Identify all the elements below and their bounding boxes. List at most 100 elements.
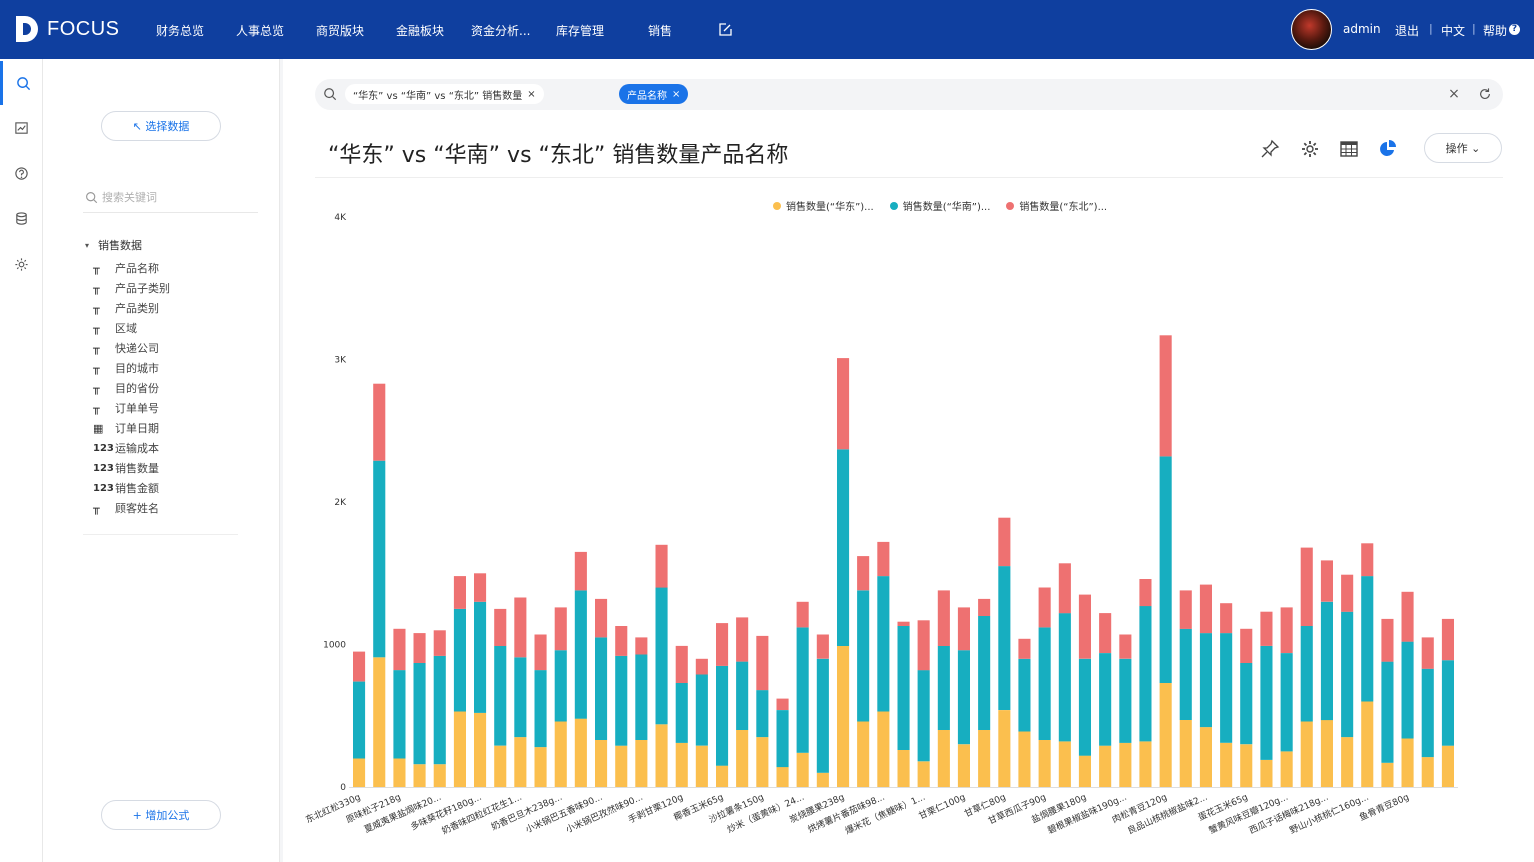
- bar-segment[interactable]: [816, 658, 829, 773]
- close-icon[interactable]: ×: [672, 89, 680, 100]
- refresh-icon[interactable]: [1478, 87, 1492, 101]
- bar-segment[interactable]: [494, 645, 507, 746]
- bar-segment[interactable]: [1401, 591, 1414, 642]
- bar-segment[interactable]: [554, 650, 567, 722]
- bar-segment[interactable]: [837, 358, 850, 450]
- bar-segment[interactable]: [474, 601, 487, 713]
- bar-segment[interactable]: [796, 601, 809, 628]
- bar-segment[interactable]: [1058, 563, 1071, 614]
- bar-segment[interactable]: [1421, 757, 1434, 787]
- bar-segment[interactable]: [1341, 737, 1354, 787]
- nav-trade-section[interactable]: 商贸版块: [316, 22, 364, 39]
- bar-segment[interactable]: [1280, 607, 1293, 653]
- bar-segment[interactable]: [937, 590, 950, 646]
- bar-segment[interactable]: [695, 658, 708, 675]
- bar-segment[interactable]: [1018, 638, 1031, 659]
- bar-segment[interactable]: [1058, 741, 1071, 787]
- bar-segment[interactable]: [1421, 637, 1434, 669]
- rail-dashboard[interactable]: [0, 106, 43, 150]
- bar-segment[interactable]: [1280, 653, 1293, 752]
- bar-segment[interactable]: [1038, 627, 1051, 740]
- help-circle-icon[interactable]: ?: [1509, 24, 1520, 35]
- bar-segment[interactable]: [474, 573, 487, 602]
- bar-segment[interactable]: [675, 683, 688, 743]
- username[interactable]: admin: [1343, 22, 1381, 36]
- bar-segment[interactable]: [1159, 456, 1172, 683]
- bar-segment[interactable]: [635, 654, 648, 741]
- bar-segment[interactable]: [1381, 661, 1394, 763]
- bar-segment[interactable]: [756, 737, 769, 787]
- bar-segment[interactable]: [776, 698, 789, 710]
- bar-segment[interactable]: [695, 674, 708, 746]
- bar-segment[interactable]: [393, 628, 406, 671]
- bar-segment[interactable]: [1119, 634, 1132, 659]
- bar-segment[interactable]: [554, 721, 567, 788]
- bar-segment[interactable]: [937, 730, 950, 787]
- bar-segment[interactable]: [1119, 658, 1132, 743]
- bar-segment[interactable]: [1280, 751, 1293, 787]
- bar-segment[interactable]: [776, 710, 789, 768]
- select-data-button[interactable]: ↖ 选择数据: [101, 111, 221, 141]
- query-chip-regions[interactable]: “华东” vs “华南” vs “东北” 销售数量 ×: [345, 84, 544, 104]
- rail-database[interactable]: [0, 196, 43, 240]
- bar-segment[interactable]: [877, 576, 890, 712]
- bar-segment[interactable]: [897, 750, 910, 787]
- field-item[interactable]: ╥ 目的城市: [93, 360, 159, 376]
- bar-segment[interactable]: [837, 645, 850, 787]
- logout-link[interactable]: 退出: [1395, 22, 1419, 39]
- bar-segment[interactable]: [1058, 613, 1071, 742]
- bar-segment[interactable]: [1421, 668, 1434, 758]
- bar-segment[interactable]: [453, 711, 466, 788]
- bar-segment[interactable]: [736, 617, 749, 662]
- field-item[interactable]: 123 运输成本: [93, 440, 159, 456]
- language-switch[interactable]: 中文: [1441, 22, 1465, 39]
- bar-segment[interactable]: [494, 745, 507, 787]
- bar-segment[interactable]: [1199, 727, 1212, 787]
- bar-segment[interactable]: [1078, 594, 1091, 659]
- bar-segment[interactable]: [655, 587, 668, 725]
- bar-segment[interactable]: [1381, 618, 1394, 662]
- bar-segment[interactable]: [615, 655, 628, 746]
- bar-segment[interactable]: [675, 742, 688, 787]
- bar-segment[interactable]: [1441, 745, 1454, 787]
- bar-segment[interactable]: [1159, 683, 1172, 787]
- bar-segment[interactable]: [534, 670, 547, 748]
- field-item[interactable]: ╥ 快递公司: [93, 340, 159, 356]
- bar-segment[interactable]: [1139, 741, 1152, 787]
- bar-segment[interactable]: [1401, 641, 1414, 739]
- bar-segment[interactable]: [514, 737, 527, 787]
- bar-segment[interactable]: [978, 598, 991, 616]
- table-icon[interactable]: [1339, 139, 1359, 159]
- bar-segment[interactable]: [1139, 606, 1152, 742]
- bar-segment[interactable]: [595, 740, 608, 787]
- bar-segment[interactable]: [1441, 618, 1454, 661]
- bar-segment[interactable]: [716, 665, 729, 766]
- bar-segment[interactable]: [494, 608, 507, 646]
- bar-segment[interactable]: [554, 607, 567, 651]
- bar-segment[interactable]: [1361, 576, 1374, 702]
- field-item[interactable]: 123 销售数量: [93, 460, 159, 476]
- bar-segment[interactable]: [1341, 611, 1354, 738]
- bar-segment[interactable]: [655, 544, 668, 588]
- bar-segment[interactable]: [453, 608, 466, 712]
- bar-segment[interactable]: [373, 383, 386, 461]
- avatar[interactable]: [1291, 9, 1332, 50]
- bar-segment[interactable]: [1260, 611, 1273, 646]
- bar-segment[interactable]: [897, 621, 910, 626]
- field-item[interactable]: ╥ 产品名称: [93, 260, 159, 276]
- nav-finance-section[interactable]: 金融板块: [396, 22, 444, 39]
- bar-segment[interactable]: [957, 650, 970, 745]
- bar-segment[interactable]: [433, 630, 446, 656]
- bar-segment[interactable]: [393, 758, 406, 788]
- bar-segment[interactable]: [1199, 633, 1212, 728]
- bar-segment[interactable]: [857, 556, 870, 591]
- bar-segment[interactable]: [1018, 658, 1031, 732]
- bar-segment[interactable]: [776, 767, 789, 787]
- bar-segment[interactable]: [1078, 755, 1091, 787]
- bar-segment[interactable]: [595, 598, 608, 638]
- bar-segment[interactable]: [615, 745, 628, 787]
- bar-segment[interactable]: [655, 724, 668, 787]
- bar-segment[interactable]: [837, 449, 850, 646]
- bar-segment[interactable]: [1099, 653, 1112, 746]
- bar-segment[interactable]: [373, 657, 386, 787]
